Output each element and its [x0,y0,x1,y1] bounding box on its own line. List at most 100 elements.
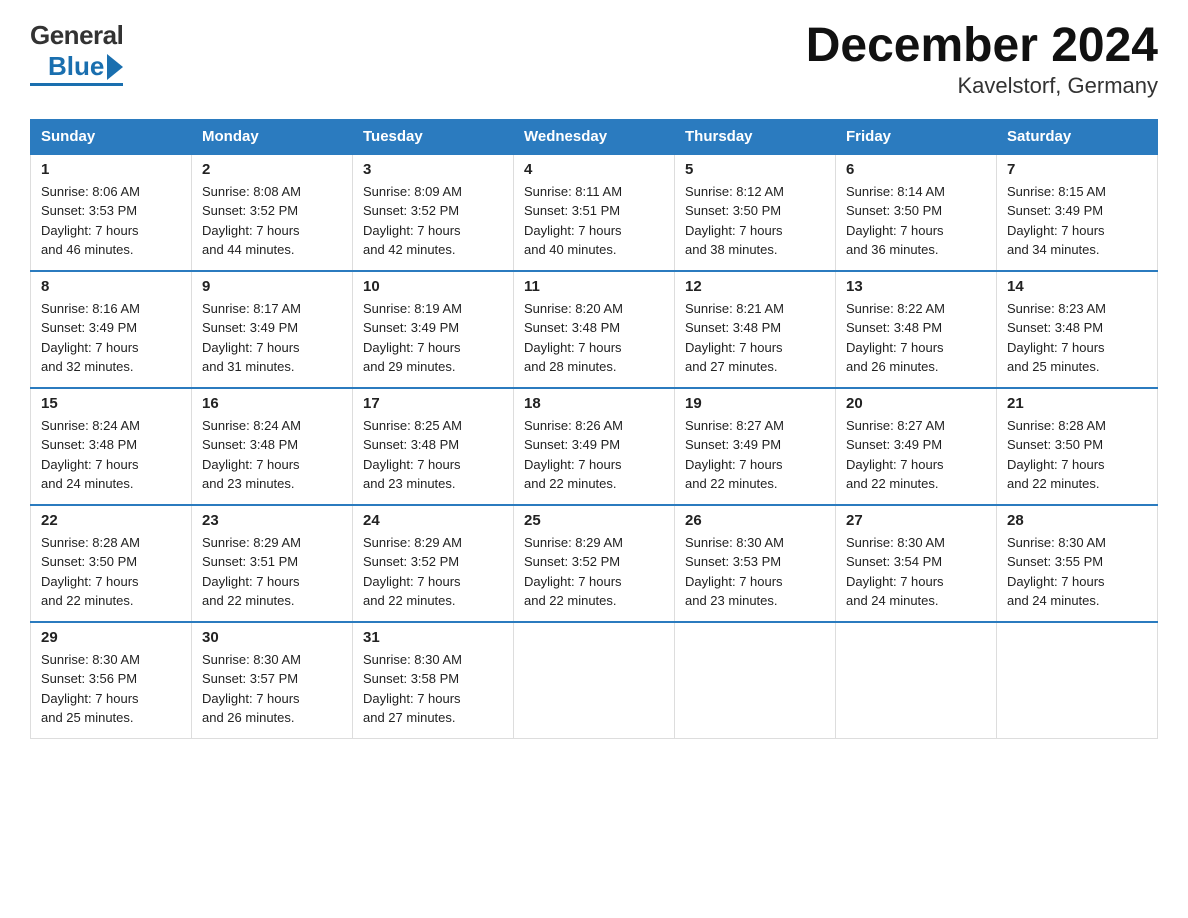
day-cell: 17 Sunrise: 8:25 AM Sunset: 3:48 PM Dayl… [353,388,514,505]
day-cell: 8 Sunrise: 8:16 AM Sunset: 3:49 PM Dayli… [31,271,192,388]
day-info: Sunrise: 8:19 AM Sunset: 3:49 PM Dayligh… [363,299,503,377]
day-cell: 11 Sunrise: 8:20 AM Sunset: 3:48 PM Dayl… [514,271,675,388]
day-info: Sunrise: 8:30 AM Sunset: 3:55 PM Dayligh… [1007,533,1147,611]
calendar-title: December 2024 [806,20,1158,73]
header-wednesday: Wednesday [514,119,675,154]
week-row-4: 22 Sunrise: 8:28 AM Sunset: 3:50 PM Dayl… [31,505,1158,622]
day-info: Sunrise: 8:26 AM Sunset: 3:49 PM Dayligh… [524,416,664,494]
day-cell: 24 Sunrise: 8:29 AM Sunset: 3:52 PM Dayl… [353,505,514,622]
day-cell: 7 Sunrise: 8:15 AM Sunset: 3:49 PM Dayli… [997,154,1158,271]
header-sunday: Sunday [31,119,192,154]
day-cell [836,622,997,739]
day-info: Sunrise: 8:27 AM Sunset: 3:49 PM Dayligh… [685,416,825,494]
day-number: 28 [1007,512,1147,529]
week-row-1: 1 Sunrise: 8:06 AM Sunset: 3:53 PM Dayli… [31,154,1158,271]
day-number: 5 [685,161,825,178]
calendar-subtitle: Kavelstorf, Germany [806,73,1158,99]
header-thursday: Thursday [675,119,836,154]
day-info: Sunrise: 8:09 AM Sunset: 3:52 PM Dayligh… [363,182,503,260]
day-cell: 3 Sunrise: 8:09 AM Sunset: 3:52 PM Dayli… [353,154,514,271]
day-info: Sunrise: 8:27 AM Sunset: 3:49 PM Dayligh… [846,416,986,494]
day-info: Sunrise: 8:21 AM Sunset: 3:48 PM Dayligh… [685,299,825,377]
day-info: Sunrise: 8:29 AM Sunset: 3:52 PM Dayligh… [363,533,503,611]
header-friday: Friday [836,119,997,154]
day-info: Sunrise: 8:24 AM Sunset: 3:48 PM Dayligh… [202,416,342,494]
day-number: 11 [524,278,664,295]
day-info: Sunrise: 8:29 AM Sunset: 3:52 PM Dayligh… [524,533,664,611]
day-number: 10 [363,278,503,295]
page-header: General Blue December 2024 Kavelstorf, G… [30,20,1158,99]
title-block: December 2024 Kavelstorf, Germany [806,20,1158,99]
day-cell: 1 Sunrise: 8:06 AM Sunset: 3:53 PM Dayli… [31,154,192,271]
day-number: 20 [846,395,986,412]
day-cell: 30 Sunrise: 8:30 AM Sunset: 3:57 PM Dayl… [192,622,353,739]
day-cell: 14 Sunrise: 8:23 AM Sunset: 3:48 PM Dayl… [997,271,1158,388]
day-info: Sunrise: 8:11 AM Sunset: 3:51 PM Dayligh… [524,182,664,260]
day-cell: 20 Sunrise: 8:27 AM Sunset: 3:49 PM Dayl… [836,388,997,505]
day-info: Sunrise: 8:22 AM Sunset: 3:48 PM Dayligh… [846,299,986,377]
week-row-3: 15 Sunrise: 8:24 AM Sunset: 3:48 PM Dayl… [31,388,1158,505]
day-info: Sunrise: 8:08 AM Sunset: 3:52 PM Dayligh… [202,182,342,260]
day-number: 3 [363,161,503,178]
logo-triangle-icon [107,54,123,80]
logo-underline [30,83,123,86]
day-number: 29 [41,629,181,646]
calendar-table: SundayMondayTuesdayWednesdayThursdayFrid… [30,119,1158,739]
day-number: 25 [524,512,664,529]
day-cell: 19 Sunrise: 8:27 AM Sunset: 3:49 PM Dayl… [675,388,836,505]
day-cell: 10 Sunrise: 8:19 AM Sunset: 3:49 PM Dayl… [353,271,514,388]
header-tuesday: Tuesday [353,119,514,154]
calendar-header-row: SundayMondayTuesdayWednesdayThursdayFrid… [31,119,1158,154]
day-cell: 9 Sunrise: 8:17 AM Sunset: 3:49 PM Dayli… [192,271,353,388]
day-cell: 27 Sunrise: 8:30 AM Sunset: 3:54 PM Dayl… [836,505,997,622]
week-row-5: 29 Sunrise: 8:30 AM Sunset: 3:56 PM Dayl… [31,622,1158,739]
header-monday: Monday [192,119,353,154]
day-number: 26 [685,512,825,529]
day-number: 13 [846,278,986,295]
day-cell: 15 Sunrise: 8:24 AM Sunset: 3:48 PM Dayl… [31,388,192,505]
day-info: Sunrise: 8:23 AM Sunset: 3:48 PM Dayligh… [1007,299,1147,377]
day-info: Sunrise: 8:30 AM Sunset: 3:58 PM Dayligh… [363,650,503,728]
day-cell: 29 Sunrise: 8:30 AM Sunset: 3:56 PM Dayl… [31,622,192,739]
day-number: 2 [202,161,342,178]
day-number: 6 [846,161,986,178]
day-number: 1 [41,161,181,178]
day-info: Sunrise: 8:24 AM Sunset: 3:48 PM Dayligh… [41,416,181,494]
day-info: Sunrise: 8:06 AM Sunset: 3:53 PM Dayligh… [41,182,181,260]
day-info: Sunrise: 8:29 AM Sunset: 3:51 PM Dayligh… [202,533,342,611]
day-cell: 31 Sunrise: 8:30 AM Sunset: 3:58 PM Dayl… [353,622,514,739]
day-number: 8 [41,278,181,295]
day-number: 27 [846,512,986,529]
day-number: 16 [202,395,342,412]
day-number: 14 [1007,278,1147,295]
day-info: Sunrise: 8:17 AM Sunset: 3:49 PM Dayligh… [202,299,342,377]
day-cell: 21 Sunrise: 8:28 AM Sunset: 3:50 PM Dayl… [997,388,1158,505]
day-number: 23 [202,512,342,529]
day-info: Sunrise: 8:28 AM Sunset: 3:50 PM Dayligh… [1007,416,1147,494]
day-info: Sunrise: 8:16 AM Sunset: 3:49 PM Dayligh… [41,299,181,377]
day-number: 15 [41,395,181,412]
day-number: 21 [1007,395,1147,412]
day-cell: 13 Sunrise: 8:22 AM Sunset: 3:48 PM Dayl… [836,271,997,388]
day-info: Sunrise: 8:30 AM Sunset: 3:56 PM Dayligh… [41,650,181,728]
day-info: Sunrise: 8:25 AM Sunset: 3:48 PM Dayligh… [363,416,503,494]
day-number: 17 [363,395,503,412]
day-info: Sunrise: 8:30 AM Sunset: 3:57 PM Dayligh… [202,650,342,728]
day-info: Sunrise: 8:15 AM Sunset: 3:49 PM Dayligh… [1007,182,1147,260]
day-cell: 5 Sunrise: 8:12 AM Sunset: 3:50 PM Dayli… [675,154,836,271]
day-info: Sunrise: 8:28 AM Sunset: 3:50 PM Dayligh… [41,533,181,611]
day-cell [514,622,675,739]
day-cell [997,622,1158,739]
day-info: Sunrise: 8:12 AM Sunset: 3:50 PM Dayligh… [685,182,825,260]
day-number: 31 [363,629,503,646]
day-cell: 22 Sunrise: 8:28 AM Sunset: 3:50 PM Dayl… [31,505,192,622]
week-row-2: 8 Sunrise: 8:16 AM Sunset: 3:49 PM Dayli… [31,271,1158,388]
day-number: 4 [524,161,664,178]
day-cell: 26 Sunrise: 8:30 AM Sunset: 3:53 PM Dayl… [675,505,836,622]
day-info: Sunrise: 8:14 AM Sunset: 3:50 PM Dayligh… [846,182,986,260]
day-cell: 4 Sunrise: 8:11 AM Sunset: 3:51 PM Dayli… [514,154,675,271]
day-cell [675,622,836,739]
day-cell: 6 Sunrise: 8:14 AM Sunset: 3:50 PM Dayli… [836,154,997,271]
day-cell: 16 Sunrise: 8:24 AM Sunset: 3:48 PM Dayl… [192,388,353,505]
day-info: Sunrise: 8:20 AM Sunset: 3:48 PM Dayligh… [524,299,664,377]
